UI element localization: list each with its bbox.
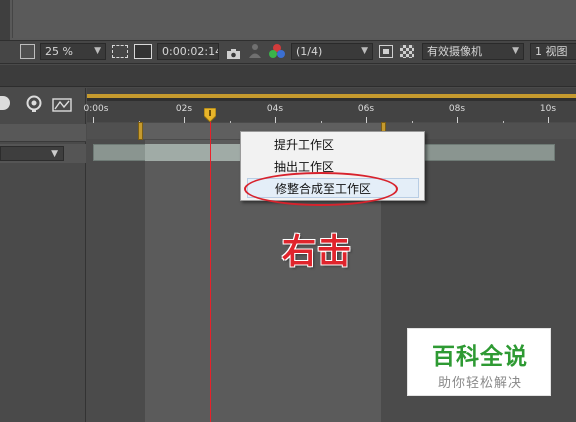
views-dropdown[interactable]: 1 视图	[530, 43, 576, 60]
ruler-label-5: 10s	[539, 104, 557, 114]
ruler-label-3: 06s	[357, 104, 375, 114]
watermark-logo: 百科全说 助你轻松解决	[407, 328, 551, 396]
ruler-label-2: 04s	[266, 104, 284, 114]
timecode-value: 0:00:02:14	[162, 45, 219, 58]
resolution-value: (1/4)	[296, 45, 323, 58]
zoom-value: 25 %	[45, 45, 73, 58]
views-value: 1 视图	[535, 45, 568, 58]
channel-rgb-icon[interactable]	[268, 43, 286, 60]
panel-divider	[0, 65, 576, 87]
layer-mode-dropdown[interactable]: ▼	[0, 146, 64, 161]
camera-snapshot-icon[interactable]	[226, 45, 241, 59]
watermark-subtitle: 助你轻松解决	[437, 376, 522, 391]
resolution-dropdown[interactable]: (1/4) ▼	[291, 43, 373, 60]
zoom-dropdown[interactable]: 25 % ▼	[40, 43, 106, 60]
camera-dropdown[interactable]: 有效摄像机 ▼	[422, 43, 524, 60]
watermark-title: 百科全说	[432, 344, 528, 370]
always-preview-icon[interactable]	[20, 44, 35, 59]
ruler-label-0: 0:00s	[83, 104, 109, 114]
work-area-start-handle[interactable]	[138, 122, 143, 140]
ruler-label-4: 08s	[448, 104, 466, 114]
layer-bar-work-section	[145, 144, 240, 161]
region-of-interest-icon[interactable]	[112, 45, 128, 58]
dropdown-arrow-icon: ▼	[361, 46, 368, 56]
ruler-label-1: 02s	[175, 104, 193, 114]
brainstorm-icon[interactable]	[25, 95, 44, 113]
viewer-frame	[12, 0, 576, 38]
dropdown-arrow-icon: ▼	[512, 46, 519, 56]
layer-header-row	[0, 124, 86, 142]
menu-item-lift-work-area[interactable]: 提升工作区	[247, 135, 419, 155]
graph-editor-icon[interactable]	[52, 97, 72, 112]
viewer-left-edge	[0, 0, 10, 40]
dropdown-arrow-icon: ▼	[51, 149, 58, 159]
fast-preview-icon[interactable]	[379, 45, 393, 58]
current-time-indicator-icon[interactable]	[203, 107, 217, 123]
show-snapshot-icon[interactable]	[248, 43, 262, 59]
annotation-right-click-text: 右击	[282, 232, 352, 272]
dropdown-arrow-icon: ▼	[94, 46, 101, 56]
annotation-highlight-oval	[244, 172, 398, 206]
current-time-field[interactable]: 0:00:02:14	[157, 43, 219, 60]
mask-outline-icon[interactable]	[134, 44, 152, 59]
checkerboard-icon[interactable]	[400, 45, 414, 58]
current-time-indicator-line[interactable]	[210, 110, 211, 422]
time-navigator-bar[interactable]	[87, 94, 576, 98]
camera-value: 有效摄像机	[427, 45, 482, 58]
